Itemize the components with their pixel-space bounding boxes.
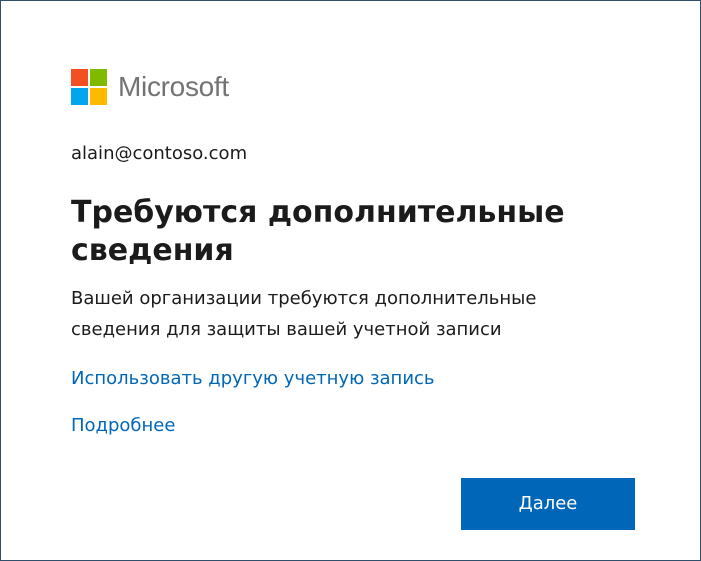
account-identity: alain@contoso.com	[71, 143, 248, 164]
logo-square-red	[71, 69, 88, 86]
microsoft-logo: Microsoft	[71, 69, 229, 105]
microsoft-logo-icon	[71, 69, 107, 105]
use-other-account-link[interactable]: Использовать другую учетную запись	[71, 366, 435, 392]
logo-wordmark: Microsoft	[118, 71, 229, 102]
learn-more-link[interactable]: Подробнее	[71, 413, 175, 439]
page-title: Требуются дополнительные сведения	[71, 195, 565, 268]
logo-square-green	[90, 69, 107, 86]
logo-square-blue	[71, 88, 88, 105]
next-button[interactable]: Далее	[461, 478, 635, 530]
logo-square-yellow	[90, 88, 107, 105]
description-text: Вашей организации требуются дополнительн…	[71, 288, 537, 340]
